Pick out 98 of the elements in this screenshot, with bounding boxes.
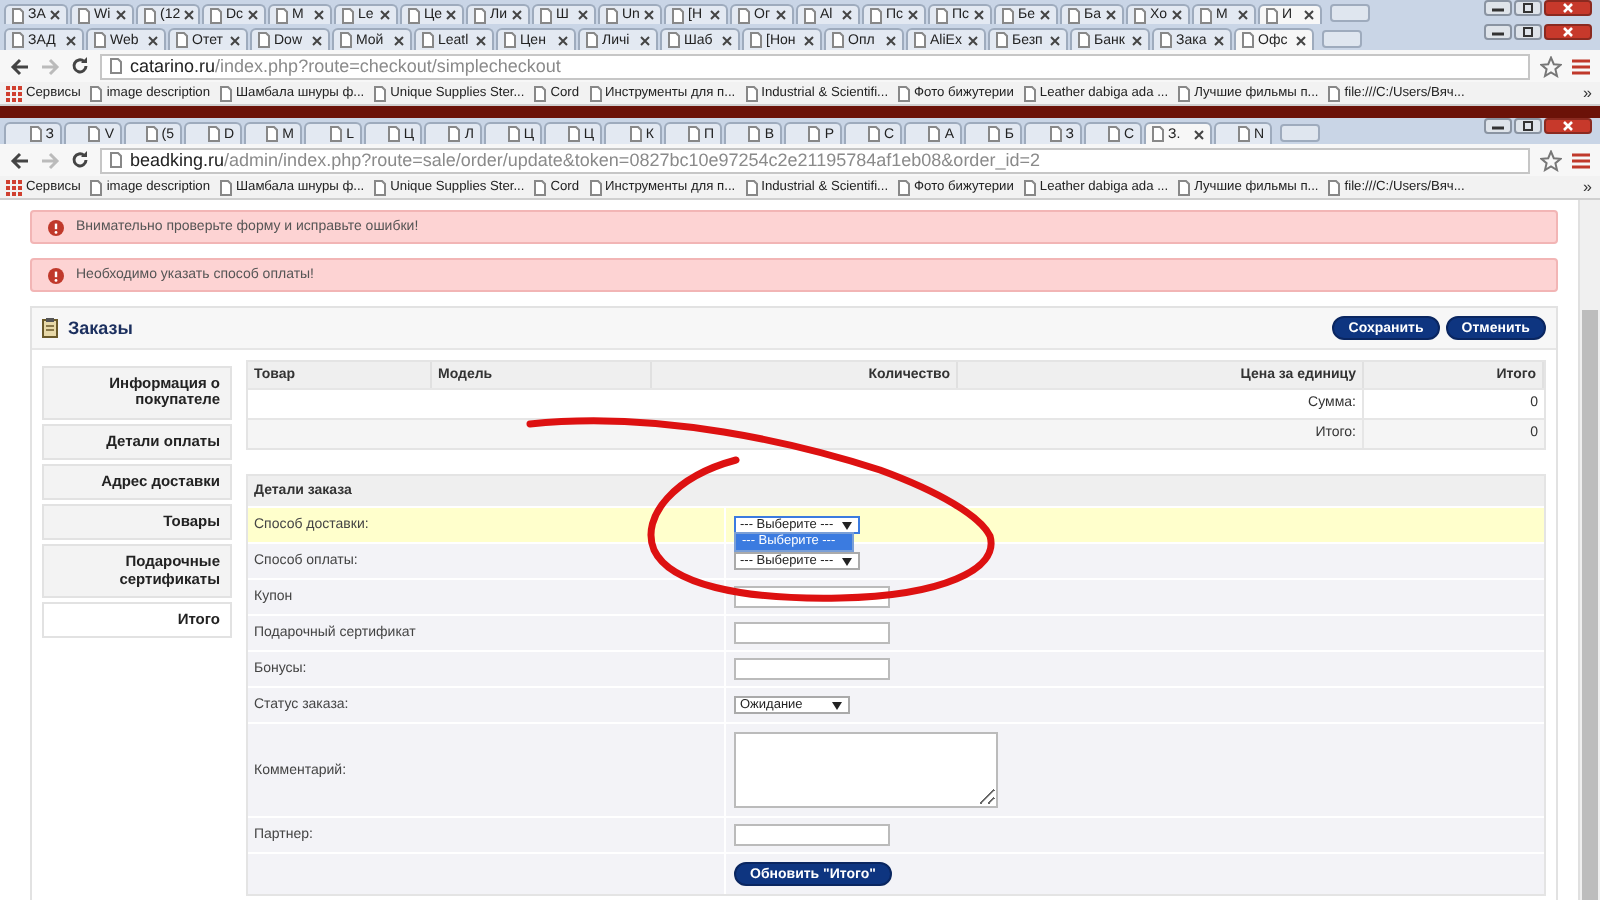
close-icon[interactable] [804,35,814,45]
minimize-button[interactable] [1484,24,1512,40]
close-icon[interactable] [248,10,258,20]
close-icon[interactable] [578,10,588,20]
address-field[interactable]: beadking.ru/admin/index.php?route=sale/order/update&token=0827bc10e97254c2e21195784af1eb08&order_id=2 [100,147,1530,173]
close-icon[interactable] [1040,10,1050,20]
close-icon[interactable] [476,35,486,45]
back-icon[interactable] [10,57,30,75]
page-icon [589,85,602,101]
input-field[interactable] [734,658,890,680]
close-icon[interactable] [66,35,76,45]
page-icon [1328,179,1341,195]
close-icon[interactable] [974,10,984,20]
input-field[interactable] [734,622,890,644]
comment-field[interactable] [734,732,998,808]
maximize-button[interactable] [1514,24,1542,40]
apps-icon [6,179,22,195]
star-icon[interactable] [1540,55,1562,77]
close-icon[interactable] [558,35,568,45]
caret-icon [841,557,852,565]
close-icon[interactable] [776,10,786,20]
panel-title: Заказы [68,318,133,338]
close-icon[interactable] [312,35,322,45]
close-button[interactable] [1544,118,1592,134]
close-button[interactable] [1544,24,1592,40]
scroll-thumb[interactable] [1582,310,1598,900]
error-icon [48,219,64,235]
close-icon[interactable] [1132,35,1142,45]
close-icon[interactable] [908,10,918,20]
reload-icon[interactable] [70,56,90,76]
close-icon[interactable] [968,35,978,45]
page-icon [870,7,882,23]
minimize-button[interactable] [1484,0,1512,16]
close-icon[interactable] [640,35,650,45]
page-icon [144,7,156,23]
close-icon[interactable] [394,35,404,45]
page-icon [374,85,387,101]
more-bookmarks[interactable]: » [1583,178,1592,196]
page-icon [220,179,233,195]
close-icon[interactable] [1194,129,1204,139]
url-text: catarino.ru/index.php?route=checkout/simplecheckout [130,56,561,76]
url-text: beadking.ru/admin/index.php?route=sale/order/update&token=0827bc10e97254c2e21195784af1eb08&order_id=2 [130,150,1040,170]
page-icon [1023,179,1036,195]
input-field[interactable] [734,824,890,846]
page-icon [374,179,387,195]
page-icon [745,179,758,195]
close-icon[interactable] [644,10,654,20]
page-icon [1023,85,1036,101]
close-icon[interactable] [1106,10,1116,20]
page-icon [1178,85,1191,101]
page-icon [898,179,911,195]
clipboard-icon [42,318,58,338]
close-icon[interactable] [1304,10,1314,20]
close-icon[interactable] [722,35,732,45]
page-icon [1328,85,1341,101]
reload-icon[interactable] [70,150,90,170]
caret-icon [832,701,842,709]
close-icon[interactable] [842,10,852,20]
page-icon [540,7,552,23]
close-icon[interactable] [886,35,896,45]
close-icon[interactable] [512,10,522,20]
close-icon[interactable] [1050,35,1060,45]
close-icon[interactable] [230,35,240,45]
page-icon [474,7,486,23]
close-icon[interactable] [1172,10,1182,20]
close-button[interactable] [1544,0,1592,16]
page-icon [534,85,547,101]
page-icon [589,179,602,195]
close-icon[interactable] [1214,35,1224,45]
maximize-button[interactable] [1514,0,1542,16]
close-icon[interactable] [116,10,126,20]
page-icon [1200,7,1212,23]
page-icon [1178,179,1191,195]
page-icon [210,7,222,23]
menu-icon[interactable] [1572,151,1590,169]
star-icon[interactable] [1540,149,1562,171]
back-icon[interactable] [10,151,30,169]
close-icon[interactable] [446,10,457,20]
scrollbar[interactable] [1578,200,1600,900]
page-icon [745,85,758,101]
close-icon[interactable] [1238,10,1248,20]
address-field[interactable]: catarino.ru/index.php?route=checkout/simplecheckout [100,53,1530,79]
close-icon[interactable] [314,10,324,20]
menu-icon[interactable] [1572,57,1590,75]
page-icon [534,179,547,195]
page-icon [898,85,911,101]
close-icon[interactable] [1296,35,1306,45]
error-icon [48,267,64,283]
close-icon[interactable] [184,10,195,20]
page-icon [220,85,233,101]
close-icon[interactable] [380,10,390,20]
close-icon[interactable] [50,10,60,20]
more-bookmarks[interactable]: » [1583,84,1592,102]
maximize-button[interactable] [1514,118,1542,134]
apps-icon [6,85,22,101]
close-icon[interactable] [710,10,720,20]
minimize-button[interactable] [1484,118,1512,134]
close-icon[interactable] [148,35,158,45]
